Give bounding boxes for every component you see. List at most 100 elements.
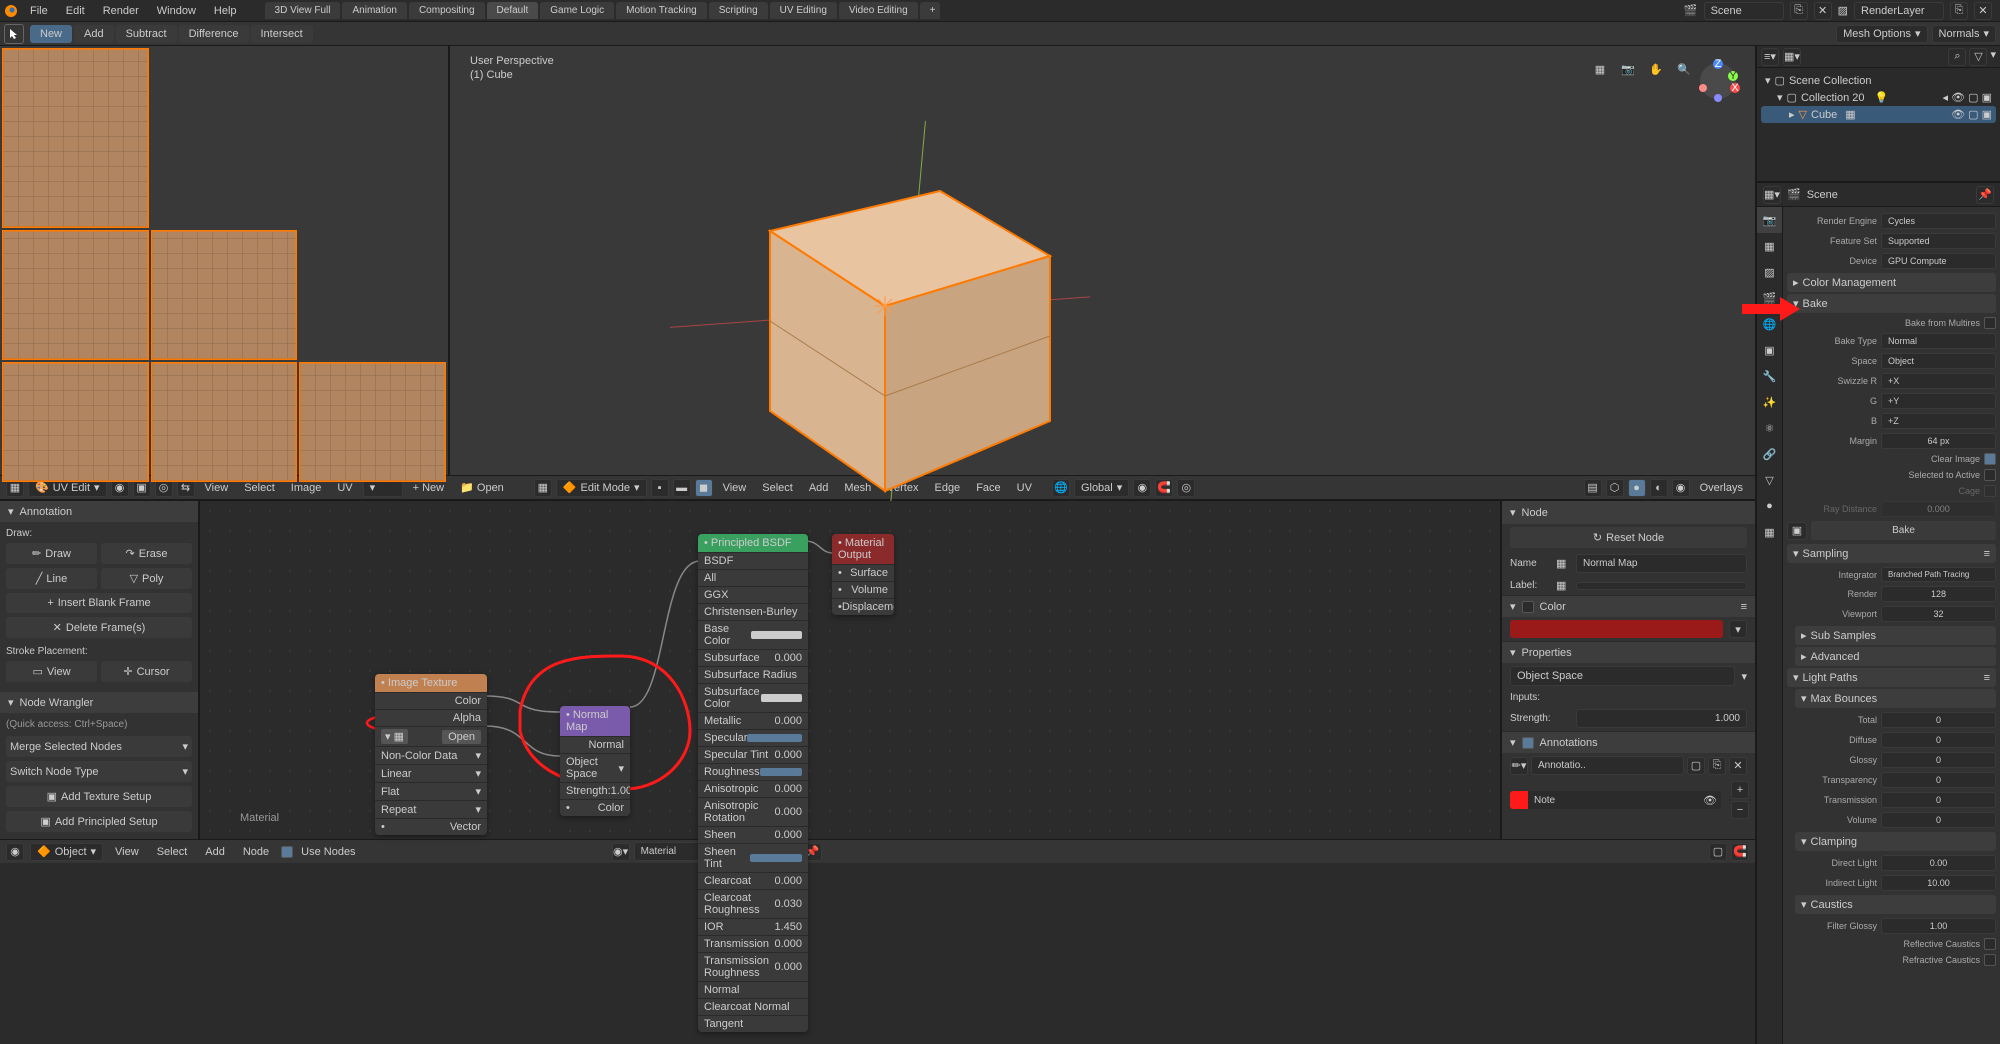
use-nodes-checkbox[interactable] (281, 846, 293, 858)
tab-videoediting[interactable]: Video Editing (839, 2, 918, 19)
indirect-light-field[interactable]: 10.00 (1881, 875, 1996, 891)
tab-particles[interactable]: ✨ (1757, 389, 1782, 415)
tab-viewlayer[interactable]: ▨ (1757, 259, 1782, 285)
caustics-section[interactable]: Caustics (1811, 899, 1853, 911)
vp-shading-render-icon[interactable]: ◉ (1672, 479, 1690, 497)
tab-3dviewfull[interactable]: 3D View Full (265, 2, 341, 19)
subtract-button[interactable]: Subtract (116, 25, 177, 43)
scene-del-icon[interactable]: ✕ (1814, 2, 1832, 20)
normals-dropdown[interactable]: Normals▾ (1932, 25, 1996, 43)
color-dropdown-icon[interactable]: ▾ (1729, 620, 1747, 638)
tab-render[interactable]: 📷 (1757, 207, 1782, 233)
menu-window[interactable]: Window (149, 2, 204, 20)
diffuse-bounces-field[interactable]: 0 (1881, 732, 1996, 748)
hand-icon[interactable]: ✋ (1645, 58, 1667, 80)
camera-icon[interactable]: 📷 (1617, 58, 1639, 80)
tab-scene[interactable]: 🎬 (1757, 285, 1782, 311)
props-pin-icon[interactable]: 📌 (1976, 186, 1994, 204)
erase-button[interactable]: ↷Erase (101, 543, 192, 564)
vp-layers-icon[interactable]: ▤ (1584, 479, 1602, 497)
render-samples-field[interactable]: 128 (1881, 586, 1996, 602)
outliner-type-icon[interactable]: ≡▾ (1761, 48, 1779, 66)
bake-button[interactable]: Bake (1811, 521, 1996, 540)
switch-node-dropdown[interactable]: Switch Node Type▾ (6, 761, 192, 782)
outliner-display-icon[interactable]: ▦▾ (1783, 48, 1801, 66)
vp-pivot-icon[interactable]: ◉ (1133, 479, 1151, 497)
stroke-cursor-button[interactable]: ✛Cursor (101, 661, 192, 682)
props-area-type-icon[interactable]: ▦▾ (1763, 186, 1781, 204)
refr-caustics-checkbox[interactable] (1984, 954, 1996, 966)
outliner-scene-collection[interactable]: ▾▢Scene Collection (1761, 72, 1996, 89)
node-name-field[interactable]: Normal Map (1576, 554, 1747, 573)
renderlayer-field[interactable]: RenderLayer (1854, 2, 1944, 20)
outliner-filter-icon[interactable]: ⌕ (1948, 48, 1966, 66)
note-remove-icon[interactable]: − (1731, 801, 1749, 819)
tab-add[interactable]: + (920, 2, 940, 19)
ne-mode-dropdown[interactable]: 🔶Object▾ (30, 843, 103, 861)
viewport-samples-field[interactable]: 32 (1881, 606, 1996, 622)
vp-sel-vert-icon[interactable]: ▪ (651, 479, 669, 497)
tab-compositing[interactable]: Compositing (409, 2, 485, 19)
intersect-button[interactable]: Intersect (251, 25, 313, 43)
add-texture-button[interactable]: ▣Add Texture Setup (6, 786, 192, 807)
tab-data[interactable]: ▽ (1757, 467, 1782, 493)
tab-world[interactable]: 🌐 (1757, 311, 1782, 337)
uv-editor[interactable] (0, 46, 450, 475)
principled-bsdf-node[interactable]: • Principled BSDF BSDFAllGGXChristensen-… (698, 534, 808, 1032)
draw-button[interactable]: ✏Draw (6, 543, 97, 564)
ne-snap-icon[interactable]: 🧲 (1731, 843, 1749, 861)
grid-icon[interactable]: ▦ (1589, 58, 1611, 80)
obj-space-dropdown[interactable]: Object Space (1510, 666, 1735, 686)
integrator-dropdown[interactable]: Branched Path Tracing (1881, 567, 1996, 582)
glossy-bounces-field[interactable]: 0 (1881, 752, 1996, 768)
nav-gizmo[interactable]: Z Y X (1693, 56, 1743, 106)
vp-shading-solid-icon[interactable]: ● (1628, 479, 1646, 497)
outliner-funnel-icon[interactable]: ▽ (1969, 48, 1987, 66)
zoom-icon[interactable]: 🔍 (1673, 58, 1695, 80)
note-name-field[interactable]: Note (1528, 792, 1699, 809)
ann-dup-icon[interactable]: ⎘ (1708, 757, 1726, 775)
scene-field[interactable]: Scene (1704, 2, 1784, 20)
swizzle-r-dropdown[interactable]: +X (1881, 373, 1996, 389)
ne-editor-type-icon[interactable]: ◉ (6, 843, 24, 861)
delete-frame-button[interactable]: ✕Delete Frame(s) (6, 617, 192, 638)
insert-frame-button[interactable]: +Insert Blank Frame (6, 593, 192, 613)
note-color-swatch[interactable] (1510, 791, 1528, 809)
transparency-bounces-field[interactable]: 0 (1881, 772, 1996, 788)
sub-samples-section[interactable]: Sub Samples (1811, 630, 1876, 642)
renderlayer-new-icon[interactable]: ⎘ (1950, 2, 1968, 20)
feature-set-dropdown[interactable]: Supported (1881, 233, 1996, 249)
clamping-section[interactable]: Clamping (1811, 836, 1857, 848)
refl-caustics-checkbox[interactable] (1984, 938, 1996, 950)
tab-motion[interactable]: Motion Tracking (616, 2, 707, 19)
note-visibility-icon[interactable]: 👁 (1699, 794, 1721, 807)
device-dropdown[interactable]: GPU Compute (1881, 253, 1996, 269)
advanced-section[interactable]: Advanced (1811, 651, 1860, 663)
clear-image-checkbox[interactable] (1984, 453, 1996, 465)
ne-menu-node[interactable]: Node (237, 844, 275, 860)
ne-menu-view[interactable]: View (109, 844, 145, 860)
color-management-section[interactable]: Color Management (1803, 277, 1897, 289)
new-button[interactable]: New (30, 25, 72, 43)
uv-open-button[interactable]: 📁 Open (454, 479, 510, 496)
filter-glossy-field[interactable]: 1.00 (1881, 918, 1996, 934)
ne-menu-add[interactable]: Add (199, 844, 231, 860)
vp-overlays-button[interactable]: Overlays (1694, 480, 1749, 496)
annotation-layer-field[interactable]: Annotatio.. (1531, 756, 1684, 775)
menu-help[interactable]: Help (206, 2, 245, 20)
ne-material-icon[interactable]: ◉▾ (612, 843, 630, 861)
bake-section[interactable]: Bake (1803, 298, 1828, 310)
line-button[interactable]: ╱Line (6, 568, 97, 589)
bake-multires-checkbox[interactable] (1984, 317, 1996, 329)
tab-physics[interactable]: ⚛ (1757, 415, 1782, 441)
vp-snap-icon[interactable]: 🧲 (1155, 479, 1173, 497)
ne-menu-select[interactable]: Select (151, 844, 194, 860)
stroke-view-button[interactable]: ▭View (6, 661, 97, 682)
annotation-header[interactable]: Annotation (20, 506, 73, 518)
swizzle-b-dropdown[interactable]: +Z (1881, 413, 1996, 429)
annotations-section[interactable]: Annotations (1540, 737, 1598, 749)
sel-to-active-checkbox[interactable] (1984, 469, 1996, 481)
total-bounces-field[interactable]: 0 (1881, 712, 1996, 728)
max-bounces-section[interactable]: Max Bounces (1811, 693, 1878, 705)
node-label-field[interactable] (1576, 582, 1747, 590)
